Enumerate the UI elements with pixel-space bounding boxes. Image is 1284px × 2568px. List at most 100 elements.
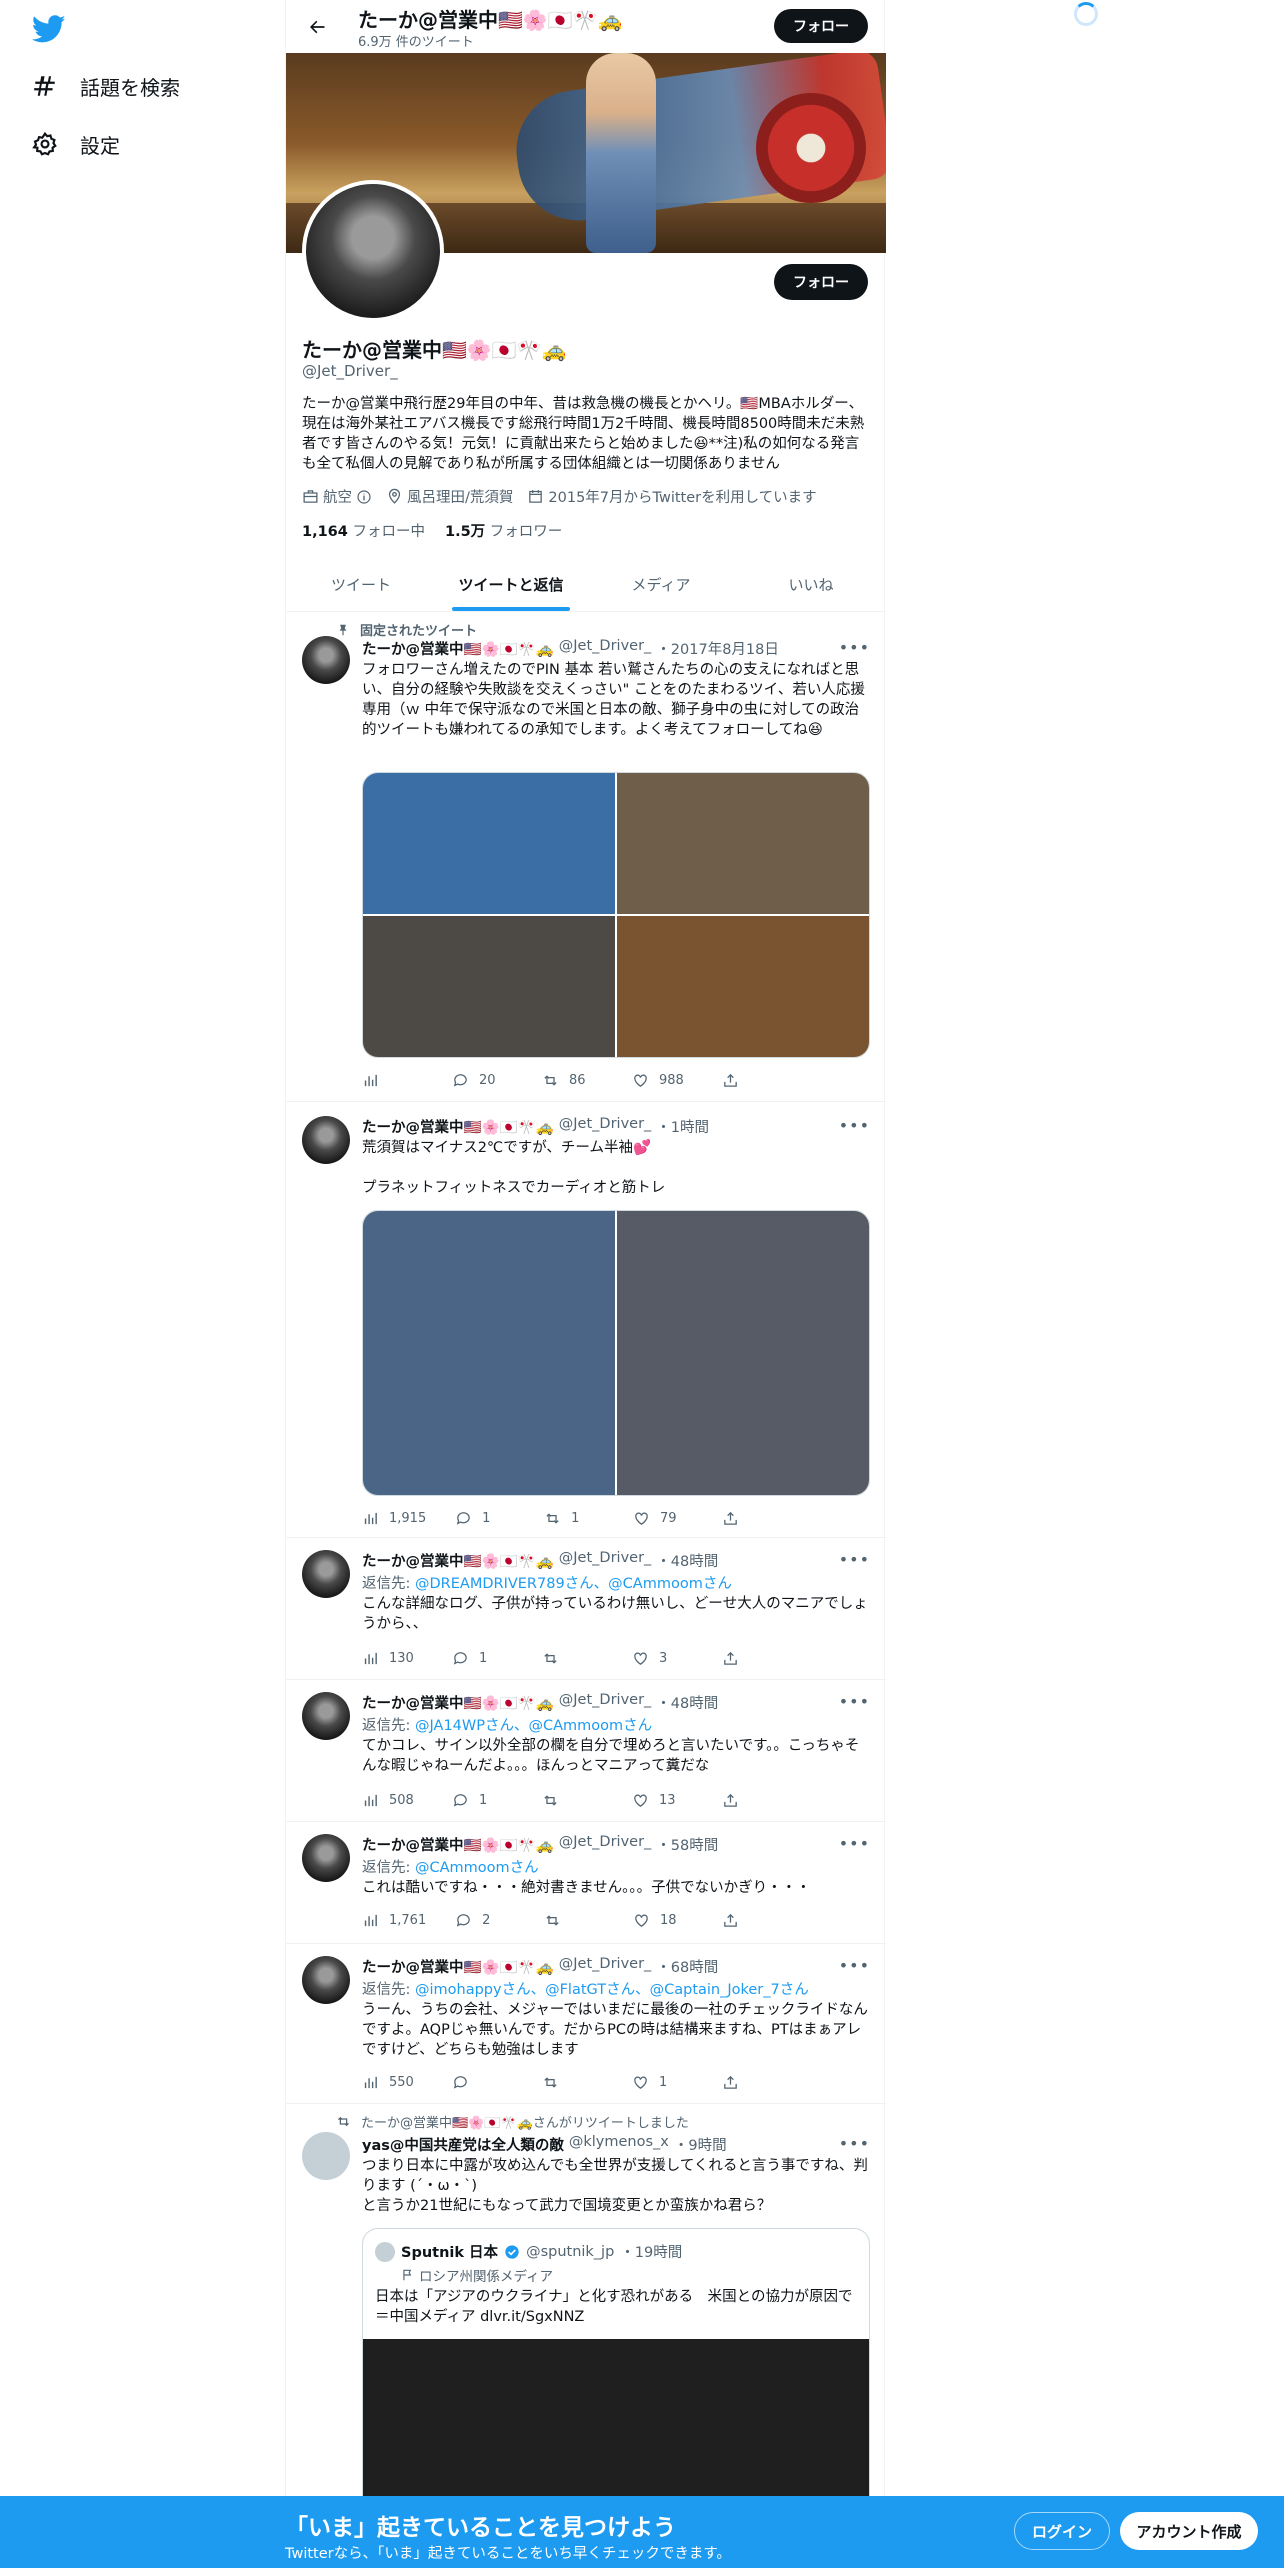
reply-to-users[interactable]: @JA14WPさん、@CAmmoomさん	[415, 1718, 652, 1734]
tweet-avatar[interactable]	[302, 1956, 350, 2004]
tweet-avatar[interactable]	[302, 1834, 350, 1882]
state-media-label[interactable]: ロシア州関係メディア	[401, 2265, 553, 2285]
reply-to-users[interactable]: @CAmmoomさん	[415, 1860, 539, 1876]
tweet-author-handle[interactable]: @Jet_Driver_	[559, 638, 652, 659]
tab-likes[interactable]: いいね	[736, 558, 886, 611]
views-button[interactable]: 130	[362, 1650, 422, 1667]
retweet-button[interactable]: 86	[542, 1072, 602, 1089]
more-options-icon[interactable]: •••	[839, 1116, 870, 1135]
reply-button[interactable]: 1	[452, 1792, 512, 1809]
tweet-retweeted[interactable]: たーか@営業中🇺🇸🌸🇯🇵🎌🚕さんがリツイートしました yas@中国共産党は全人類…	[286, 2104, 886, 2518]
tweet-pinned[interactable]: 固定されたツイート たーか@営業中🇺🇸🌸🇯🇵🎌🚕 @Jet_Driver_ ・2…	[286, 612, 886, 1102]
followers-link[interactable]: 1.5万 フォロワー	[445, 520, 562, 541]
tweet[interactable]: たーか@営業中🇺🇸🌸🇯🇵🎌🚕 @Jet_Driver_ ・48時間 ••• 返信…	[286, 1680, 886, 1822]
like-button[interactable]: 1	[632, 2074, 692, 2091]
tweet-author-handle[interactable]: @Jet_Driver_	[559, 1956, 652, 1977]
tweet-avatar[interactable]	[302, 1692, 350, 1740]
quote-media-image[interactable]	[363, 2339, 869, 2517]
following-link[interactable]: 1,164 フォロー中	[302, 520, 425, 541]
views-button[interactable]: 1,761	[362, 1912, 426, 1929]
info-icon[interactable]	[356, 489, 372, 505]
tweet-author-name[interactable]: たーか@営業中🇺🇸🌸🇯🇵🎌🚕	[362, 1550, 554, 1571]
tweet-time[interactable]: ・9時間	[674, 2134, 727, 2155]
share-button[interactable]	[722, 1792, 782, 1809]
tweet-author-handle[interactable]: @klymenos_x	[569, 2134, 669, 2155]
tweet-author-name[interactable]: たーか@営業中🇺🇸🌸🇯🇵🎌🚕	[362, 1692, 554, 1713]
tweet-time[interactable]: ・48時間	[656, 1550, 718, 1571]
share-button[interactable]	[722, 1072, 782, 1089]
tweet-author-name[interactable]: たーか@営業中🇺🇸🌸🇯🇵🎌🚕	[362, 1834, 554, 1855]
tweet-author-name[interactable]: たーか@営業中🇺🇸🌸🇯🇵🎌🚕	[362, 638, 554, 659]
reply-button[interactable]: 1	[455, 1510, 515, 1527]
reply-to-users[interactable]: @DREAMDRIVER789さん、@CAmmoomさん	[415, 1576, 732, 1592]
more-options-icon[interactable]: •••	[839, 1956, 870, 1975]
tweet-time[interactable]: ・58時間	[656, 1834, 718, 1855]
retweet-button[interactable]: 1	[544, 1510, 604, 1527]
tweet-author-name[interactable]: たーか@営業中🇺🇸🌸🇯🇵🎌🚕	[362, 1116, 554, 1137]
media-image[interactable]	[363, 916, 615, 1057]
twitter-logo-icon[interactable]	[31, 12, 66, 46]
tweet[interactable]: たーか@営業中🇺🇸🌸🇯🇵🎌🚕 @Jet_Driver_ ・1時間 ••• 荒須賀…	[286, 1102, 886, 1538]
retweet-button[interactable]	[542, 1650, 602, 1667]
tweet-author-name[interactable]: yas@中国共産党は全人類の敵	[362, 2134, 564, 2155]
retweet-button[interactable]	[542, 1792, 602, 1809]
tweet[interactable]: たーか@営業中🇺🇸🌸🇯🇵🎌🚕 @Jet_Driver_ ・68時間 ••• 返信…	[286, 1944, 886, 2104]
tweet-author-name[interactable]: たーか@営業中🇺🇸🌸🇯🇵🎌🚕	[362, 1956, 554, 1977]
more-options-icon[interactable]: •••	[839, 2134, 870, 2153]
tweet-author-handle[interactable]: @Jet_Driver_	[559, 1550, 652, 1571]
media-image[interactable]	[617, 1211, 869, 1495]
views-button[interactable]: 508	[362, 1792, 422, 1809]
tweet-time[interactable]: ・1時間	[656, 1116, 709, 1137]
reply-to-users[interactable]: @imohappyさん、@FlatGTさん、@Captain_Joker_7さん	[415, 1982, 809, 1998]
tweet-time[interactable]: ・2017年8月18日	[656, 638, 779, 659]
tweet-author-handle[interactable]: @Jet_Driver_	[559, 1116, 652, 1137]
like-button[interactable]: 18	[633, 1912, 693, 1929]
views-button[interactable]: 550	[362, 2074, 422, 2091]
tweet-time[interactable]: ・68時間	[656, 1956, 718, 1977]
reply-button[interactable]: 20	[452, 1072, 512, 1089]
media-image[interactable]	[363, 1211, 615, 1495]
more-options-icon[interactable]: •••	[839, 1692, 870, 1711]
tweet-author-handle[interactable]: @Jet_Driver_	[559, 1692, 652, 1713]
retweet-button[interactable]	[542, 2074, 602, 2091]
tab-tweets-and-replies[interactable]: ツイートと返信	[436, 558, 586, 611]
like-button[interactable]: 13	[632, 1792, 692, 1809]
back-arrow-icon[interactable]	[302, 12, 332, 42]
quoted-tweet[interactable]: Sputnik 日本 @sputnik_jp ・19時間 ロシア州関係メディア …	[362, 2228, 870, 2518]
tweet-avatar[interactable]	[302, 1550, 350, 1598]
tweet-media-grid[interactable]	[362, 1210, 870, 1496]
retweet-label[interactable]: たーか@営業中🇺🇸🌸🇯🇵🎌🚕さんがリツイートしました	[361, 2112, 689, 2131]
nav-explore[interactable]: 話題を検索	[32, 66, 180, 106]
tweet-avatar[interactable]	[302, 636, 350, 684]
media-image[interactable]	[363, 773, 615, 914]
nav-settings[interactable]: 設定	[32, 124, 120, 164]
like-button[interactable]: 988	[632, 1072, 692, 1089]
signup-button[interactable]: アカウント作成	[1120, 2512, 1258, 2550]
retweet-button[interactable]	[544, 1912, 604, 1929]
login-button[interactable]: ログイン	[1014, 2512, 1110, 2550]
tweet-time[interactable]: ・48時間	[656, 1692, 718, 1713]
tweet-avatar[interactable]	[302, 2132, 350, 2180]
header-follow-button[interactable]: フォロー	[774, 9, 868, 43]
profile-avatar[interactable]	[302, 180, 444, 322]
like-button[interactable]: 79	[633, 1510, 693, 1527]
views-button[interactable]: 1,915	[362, 1510, 426, 1527]
share-button[interactable]	[722, 1912, 782, 1929]
tweet[interactable]: たーか@営業中🇺🇸🌸🇯🇵🎌🚕 @Jet_Driver_ ・58時間 ••• 返信…	[286, 1822, 886, 1944]
tweet[interactable]: たーか@営業中🇺🇸🌸🇯🇵🎌🚕 @Jet_Driver_ ・48時間 ••• 返信…	[286, 1538, 886, 1680]
share-button[interactable]	[722, 2074, 782, 2091]
tab-tweets[interactable]: ツイート	[286, 558, 436, 611]
more-options-icon[interactable]: •••	[839, 1834, 870, 1853]
more-options-icon[interactable]: •••	[839, 1550, 870, 1569]
tweet-avatar[interactable]	[302, 1116, 350, 1164]
media-image[interactable]	[617, 916, 869, 1057]
reply-button[interactable]	[452, 2074, 512, 2091]
media-image[interactable]	[617, 773, 869, 914]
tab-media[interactable]: メディア	[586, 558, 736, 611]
reply-button[interactable]: 2	[455, 1912, 515, 1929]
more-options-icon[interactable]: •••	[839, 638, 870, 657]
profile-follow-button[interactable]: フォロー	[774, 264, 868, 300]
like-button[interactable]: 3	[632, 1650, 692, 1667]
share-button[interactable]	[722, 1650, 782, 1667]
tweet-media-grid[interactable]	[362, 772, 870, 1058]
